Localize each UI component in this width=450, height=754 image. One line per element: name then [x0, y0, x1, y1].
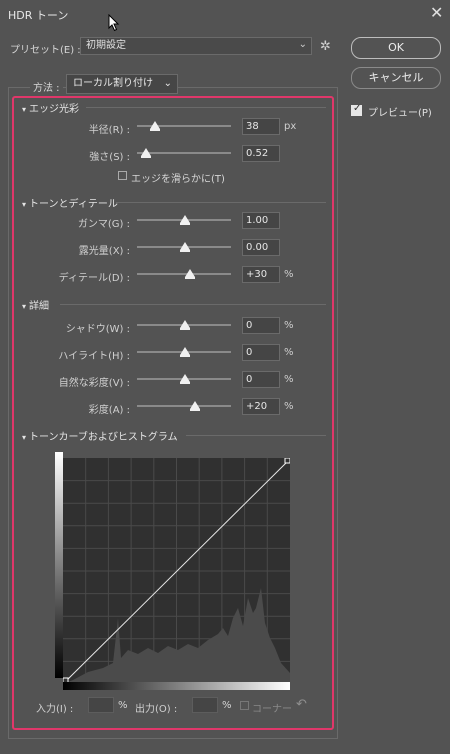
gear-icon[interactable]: ✲ — [320, 39, 331, 54]
radius-input[interactable]: 38 — [242, 118, 280, 135]
saturation-unit: % — [284, 401, 294, 412]
section-detail-header[interactable]: ▾ 詳細 — [22, 297, 49, 312]
output-percent: % — [222, 700, 232, 711]
cancel-button[interactable]: キャンセル — [351, 67, 441, 89]
preset-label: プリセット(E) : — [10, 45, 81, 56]
gamma-slider-thumb[interactable] — [180, 215, 190, 225]
detail-slider-thumb[interactable] — [185, 269, 195, 279]
chevron-down-icon: ▾ — [22, 433, 27, 442]
divider — [60, 304, 326, 305]
divider — [186, 435, 326, 436]
vibrance-slider-thumb[interactable] — [180, 374, 190, 384]
highlight-label: ハイライト(H) : — [58, 351, 130, 362]
preset-value: 初期設定 — [86, 40, 126, 51]
preview-checkbox[interactable]: ✓ — [351, 103, 362, 116]
chevron-down-icon: ▾ — [22, 200, 27, 209]
section-detail-title: 詳細 — [29, 301, 50, 312]
ok-button[interactable]: OK — [351, 37, 441, 59]
output-label: 出力(O) : — [135, 704, 178, 715]
chevron-down-icon: ⌄ — [298, 39, 307, 50]
detail-unit: % — [284, 269, 294, 280]
exposure-slider-thumb[interactable] — [180, 242, 190, 252]
method-label: 方法 : — [30, 79, 63, 94]
detail-label: ディテール(D) : — [58, 273, 130, 284]
section-curve-header[interactable]: ▾ トーンカーブおよびヒストグラム — [22, 428, 178, 443]
vibrance-label: 自然な彩度(V) : — [58, 378, 130, 389]
output-field[interactable] — [192, 697, 218, 713]
chevron-down-icon: ▾ — [22, 105, 27, 114]
shadow-input[interactable]: 0 — [242, 317, 280, 334]
saturation-slider-track[interactable] — [137, 405, 231, 407]
method-dropdown[interactable]: ローカル割り付け ⌄ — [66, 74, 178, 94]
section-tone-header[interactable]: ▾ トーンとディテール — [22, 195, 118, 210]
input-gradient-bar — [63, 682, 290, 690]
input-field[interactable] — [88, 697, 114, 713]
corner-checkbox[interactable] — [240, 701, 249, 710]
detail-slider-track[interactable] — [137, 273, 231, 275]
section-tone-title: トーンとディテール — [29, 199, 118, 210]
section-edge-header[interactable]: ▾ エッジ光彩 — [22, 100, 79, 115]
tone-curve-svg — [62, 457, 291, 684]
checkmark-icon: ✓ — [353, 103, 362, 114]
input-label: 入力(I) : — [36, 704, 74, 715]
gamma-label: ガンマ(G) : — [77, 219, 130, 230]
smooth-edges-label: エッジを滑らかに(T) — [131, 174, 225, 185]
preview-label: プレビュー(P) — [368, 108, 432, 119]
window-title: HDR トーン — [8, 9, 69, 22]
chevron-down-icon: ▾ — [22, 302, 27, 311]
close-icon[interactable]: ✕ — [430, 3, 443, 22]
section-edge-title: エッジ光彩 — [29, 104, 80, 115]
mouse-cursor-icon — [108, 14, 120, 32]
saturation-slider-thumb[interactable] — [190, 401, 200, 411]
smooth-edges-checkbox[interactable] — [118, 171, 127, 180]
highlight-unit: % — [284, 347, 294, 358]
tone-curve-graph[interactable] — [62, 457, 291, 684]
detail-input[interactable]: +30 — [242, 266, 280, 283]
highlight-input[interactable]: 0 — [242, 344, 280, 361]
gamma-input[interactable]: 1.00 — [242, 212, 280, 229]
strength-input[interactable]: 0.52 — [242, 145, 280, 162]
method-value: ローカル割り付け — [73, 78, 153, 89]
strength-label: 強さ(S) : — [89, 152, 130, 163]
vibrance-input[interactable]: 0 — [242, 371, 280, 388]
radius-unit: px — [284, 121, 297, 132]
corner-label: コーナー — [252, 704, 292, 715]
saturation-label: 彩度(A) : — [88, 405, 130, 416]
divider — [116, 202, 326, 203]
saturation-input[interactable]: +20 — [242, 398, 280, 415]
strength-slider-track[interactable] — [137, 152, 231, 154]
divider — [86, 107, 326, 108]
shadow-unit: % — [284, 320, 294, 331]
shadow-slider-thumb[interactable] — [180, 320, 190, 330]
reset-icon[interactable]: ↶ — [296, 697, 307, 712]
shadow-label: シャドウ(W) : — [65, 324, 130, 335]
preset-dropdown[interactable]: 初期設定 ⌄ — [80, 37, 312, 55]
chevron-down-icon: ⌄ — [163, 78, 172, 89]
radius-slider-thumb[interactable] — [150, 121, 160, 131]
highlight-slider-thumb[interactable] — [180, 347, 190, 357]
strength-slider-thumb[interactable] — [141, 148, 151, 158]
output-gradient-bar — [55, 452, 63, 678]
vibrance-unit: % — [284, 374, 294, 385]
exposure-input[interactable]: 0.00 — [242, 239, 280, 256]
exposure-label: 露光量(X) : — [78, 246, 130, 257]
section-curve-title: トーンカーブおよびヒストグラム — [29, 432, 178, 443]
radius-label: 半径(R) : — [88, 125, 130, 136]
input-percent: % — [118, 700, 128, 711]
